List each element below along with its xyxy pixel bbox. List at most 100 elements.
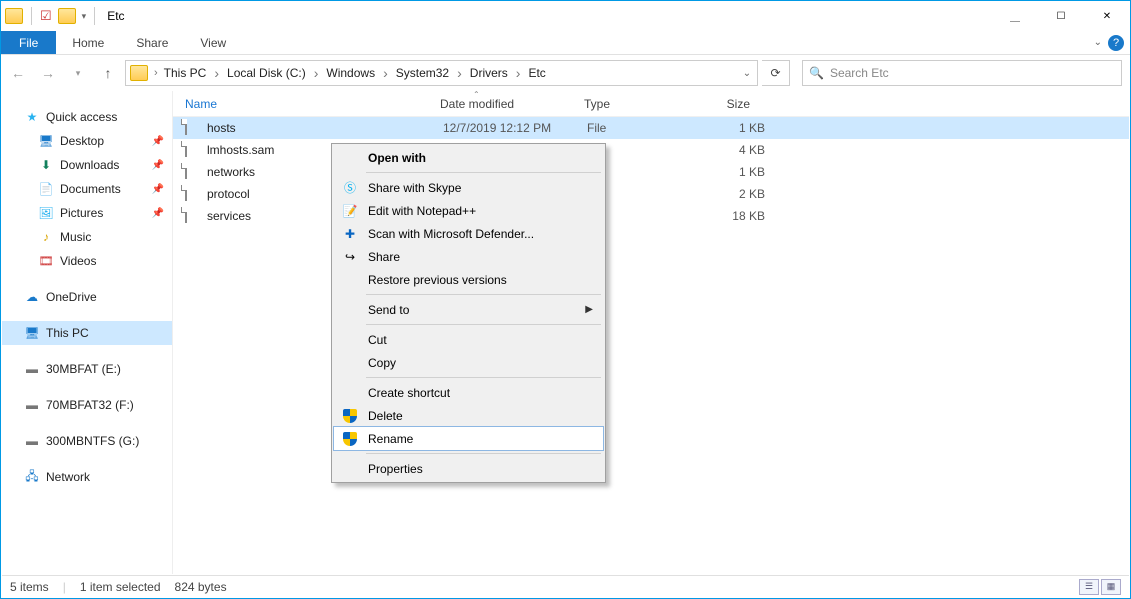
menu-share-skype[interactable]: ⓈShare with Skype bbox=[334, 176, 603, 199]
file-size: 1 KB bbox=[707, 165, 777, 179]
file-row[interactable]: networks 1 KB bbox=[173, 161, 1129, 183]
context-menu: Open with ⓈShare with Skype 📝Edit with N… bbox=[331, 143, 606, 483]
file-size: 4 KB bbox=[707, 143, 777, 157]
qat-properties-icon[interactable]: ☑ bbox=[40, 8, 52, 24]
status-selected: 1 item selected bbox=[80, 580, 161, 594]
file-row[interactable]: protocol 2 KB bbox=[173, 183, 1129, 205]
search-icon: 🔍 bbox=[809, 66, 824, 80]
tree-this-pc[interactable]: 🖥This PC bbox=[2, 321, 172, 345]
file-row[interactable]: hosts 12/7/2019 12:12 PM File 1 KB bbox=[173, 117, 1129, 139]
tree-onedrive[interactable]: ☁OneDrive bbox=[2, 285, 172, 309]
desktop-icon: 🖥 bbox=[38, 133, 54, 149]
minimize-button[interactable]: ＿ bbox=[992, 1, 1038, 31]
tree-documents[interactable]: 📄Documents📌 bbox=[2, 177, 172, 201]
menu-open-with[interactable]: Open with bbox=[334, 146, 603, 169]
file-row[interactable]: services 18 KB bbox=[173, 205, 1129, 227]
tree-quick-access[interactable]: ★Quick access bbox=[2, 105, 172, 129]
share-icon: ↪ bbox=[342, 249, 358, 265]
breadcrumb-history-icon[interactable]: ⌄ bbox=[737, 68, 757, 79]
download-icon: ⬇ bbox=[38, 157, 54, 173]
file-icon bbox=[185, 164, 201, 180]
window-icon bbox=[5, 8, 23, 24]
maximize-button[interactable]: ☐ bbox=[1038, 1, 1084, 31]
file-size: 1 KB bbox=[707, 121, 777, 135]
menu-properties[interactable]: Properties bbox=[334, 457, 603, 480]
forward-button[interactable]: → bbox=[35, 60, 61, 86]
ribbon-collapse-icon[interactable]: ⌄ bbox=[1094, 37, 1102, 48]
shield-icon bbox=[342, 431, 358, 447]
qat-newfolder-icon[interactable] bbox=[58, 8, 76, 24]
notepad-icon: 📝 bbox=[342, 203, 358, 219]
view-large-button[interactable]: ▦ bbox=[1101, 579, 1121, 595]
skype-icon: Ⓢ bbox=[342, 180, 358, 196]
col-type[interactable]: Type bbox=[572, 97, 692, 111]
pin-icon: 📌 bbox=[152, 160, 164, 171]
drive-icon: ▬ bbox=[24, 433, 40, 449]
navbar: ← → ▾ ↑ › This PC Local Disk (C:) Window… bbox=[1, 55, 1130, 91]
tree-downloads[interactable]: ⬇Downloads📌 bbox=[2, 153, 172, 177]
tab-home[interactable]: Home bbox=[56, 31, 120, 54]
monitor-icon: 🖥 bbox=[24, 325, 40, 341]
recent-dropdown-icon[interactable]: ▾ bbox=[65, 60, 91, 86]
breadcrumb[interactable]: › This PC Local Disk (C:) Windows System… bbox=[125, 60, 758, 86]
menu-send-to[interactable]: Send to▶ bbox=[334, 298, 603, 321]
pin-icon: 📌 bbox=[152, 208, 164, 219]
nav-tree: ★Quick access 🖥Desktop📌 ⬇Downloads📌 📄Doc… bbox=[2, 91, 172, 574]
menu-edit-notepad[interactable]: 📝Edit with Notepad++ bbox=[334, 199, 603, 222]
menu-cut[interactable]: Cut bbox=[334, 328, 603, 351]
file-icon bbox=[185, 120, 201, 136]
col-date[interactable]: Date modified bbox=[428, 97, 572, 111]
col-size[interactable]: Size bbox=[692, 97, 762, 111]
tree-videos[interactable]: 🎞Videos bbox=[2, 249, 172, 273]
menu-copy[interactable]: Copy bbox=[334, 351, 603, 374]
menu-share[interactable]: ↪Share bbox=[334, 245, 603, 268]
drive-icon: ▬ bbox=[24, 397, 40, 413]
menu-restore[interactable]: Restore previous versions bbox=[334, 268, 603, 291]
picture-icon: 🖼 bbox=[38, 205, 54, 221]
col-name[interactable]: Name bbox=[173, 97, 428, 111]
tree-pictures[interactable]: 🖼Pictures📌 bbox=[2, 201, 172, 225]
tab-share[interactable]: Share bbox=[120, 31, 184, 54]
refresh-button[interactable]: ⟳ bbox=[762, 60, 790, 86]
file-row[interactable]: lmhosts.sam File 4 KB bbox=[173, 139, 1129, 161]
document-icon: 📄 bbox=[38, 181, 54, 197]
search-input[interactable]: 🔍 Search Etc bbox=[802, 60, 1122, 86]
tab-view[interactable]: View bbox=[184, 31, 242, 54]
network-icon: 🖧 bbox=[24, 469, 40, 485]
up-button[interactable]: ↑ bbox=[95, 60, 121, 86]
view-details-button[interactable]: ☰ bbox=[1079, 579, 1099, 595]
tree-desktop[interactable]: 🖥Desktop📌 bbox=[2, 129, 172, 153]
status-bar: 5 items | 1 item selected 824 bytes ☰ ▦ bbox=[2, 575, 1129, 597]
close-button[interactable]: ✕ bbox=[1084, 1, 1130, 31]
qat-dropdown-icon[interactable]: ▾ bbox=[82, 11, 87, 22]
defender-icon: ✚ bbox=[342, 226, 358, 242]
breadcrumb-folder-icon bbox=[130, 65, 148, 81]
back-button[interactable]: ← bbox=[5, 60, 31, 86]
status-bytes: 824 bytes bbox=[175, 580, 227, 594]
file-icon bbox=[185, 186, 201, 202]
star-icon: ★ bbox=[24, 109, 40, 125]
help-icon[interactable]: ? bbox=[1108, 35, 1124, 51]
file-type: File bbox=[587, 121, 707, 135]
file-tab[interactable]: File bbox=[1, 31, 56, 54]
music-icon: ♪ bbox=[38, 229, 54, 245]
menu-create-shortcut[interactable]: Create shortcut bbox=[334, 381, 603, 404]
menu-scan-defender[interactable]: ✚Scan with Microsoft Defender... bbox=[334, 222, 603, 245]
tree-drive-f[interactable]: ▬70MBFAT32 (F:) bbox=[2, 393, 172, 417]
file-size: 2 KB bbox=[707, 187, 777, 201]
column-headers[interactable]: Name ⌃ Date modified Type Size bbox=[173, 91, 1129, 117]
tree-music[interactable]: ♪Music bbox=[2, 225, 172, 249]
shield-icon bbox=[342, 408, 358, 424]
file-date: 12/7/2019 12:12 PM bbox=[443, 121, 587, 135]
tree-drive-e[interactable]: ▬30MBFAT (E:) bbox=[2, 357, 172, 381]
file-icon bbox=[185, 208, 201, 224]
sort-indicator-icon: ⌃ bbox=[473, 90, 480, 99]
window-title: Etc bbox=[107, 9, 124, 23]
tree-network[interactable]: 🖧Network bbox=[2, 465, 172, 489]
file-name: hosts bbox=[207, 121, 443, 135]
tree-drive-g[interactable]: ▬300MBNTFS (G:) bbox=[2, 429, 172, 453]
cloud-icon: ☁ bbox=[24, 289, 40, 305]
menu-delete[interactable]: Delete bbox=[334, 404, 603, 427]
menu-rename[interactable]: Rename bbox=[334, 427, 603, 450]
drive-icon: ▬ bbox=[24, 361, 40, 377]
